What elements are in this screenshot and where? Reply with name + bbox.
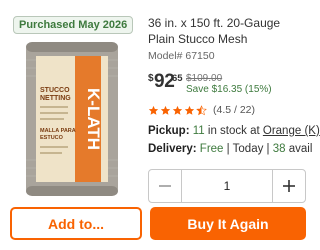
pickup-store-link[interactable]: Orange (K) xyxy=(263,125,320,137)
price-cents: 65 xyxy=(172,73,183,84)
quantity-stepper: 1 xyxy=(148,169,306,203)
add-to-button[interactable]: Add to... xyxy=(10,207,142,240)
quantity-decrease-button[interactable] xyxy=(149,170,181,202)
pickup-label: Pickup: xyxy=(148,125,190,137)
pickup-count: 11 xyxy=(192,125,205,137)
star-rating xyxy=(148,104,207,116)
delivery-separator: | xyxy=(266,143,270,155)
plus-icon xyxy=(283,180,295,192)
star-half-icon xyxy=(196,104,207,115)
pickup-info: Pickup: 11 in stock at Orange (K) xyxy=(148,125,320,137)
purchased-badge: Purchased May 2026 xyxy=(13,16,134,34)
delivery-count: 38 xyxy=(272,143,286,155)
model-number: Model# 67150 xyxy=(148,50,215,62)
was-price: $109.00 xyxy=(186,73,223,84)
delivery-when: Today xyxy=(232,143,264,155)
rating[interactable]: (4.5 / 22) xyxy=(148,103,255,117)
svg-text:ESTUCO: ESTUCO xyxy=(40,135,64,141)
svg-text:NETTING: NETTING xyxy=(40,95,71,102)
delivery-separator: | xyxy=(226,143,230,155)
product-image[interactable]: K-LATH STUCCO NETTING MALLA PARA ESTUCO xyxy=(20,40,124,198)
star-full-icon xyxy=(172,105,183,115)
delivery-suffix: avail xyxy=(288,143,313,155)
savings-text: Save $16.35 (15%) xyxy=(186,84,272,95)
star-full-icon xyxy=(148,105,159,115)
minus-icon xyxy=(159,185,171,187)
quantity-input[interactable]: 1 xyxy=(181,170,273,202)
pickup-middle: in stock at xyxy=(207,125,260,137)
rating-text: (4.5 / 22) xyxy=(213,104,256,116)
image-brand-text: K-LATH xyxy=(84,88,103,150)
delivery-info: Delivery: Free | Today | 38 avail xyxy=(148,143,312,155)
quantity-increase-button[interactable] xyxy=(273,170,305,202)
star-full-icon xyxy=(160,105,171,115)
price-dollar-sign: $ xyxy=(148,73,154,84)
delivery-value: Free xyxy=(199,143,224,155)
product-title[interactable]: 36 in. x 150 ft. 20-Gauge Plain Stucco M… xyxy=(148,15,304,47)
buy-it-again-button[interactable]: Buy It Again xyxy=(150,207,306,240)
svg-text:MALLA PARA: MALLA PARA xyxy=(40,128,76,134)
delivery-label: Delivery: xyxy=(148,143,197,155)
star-full-icon xyxy=(184,105,195,115)
svg-text:STUCCO: STUCCO xyxy=(40,87,70,94)
